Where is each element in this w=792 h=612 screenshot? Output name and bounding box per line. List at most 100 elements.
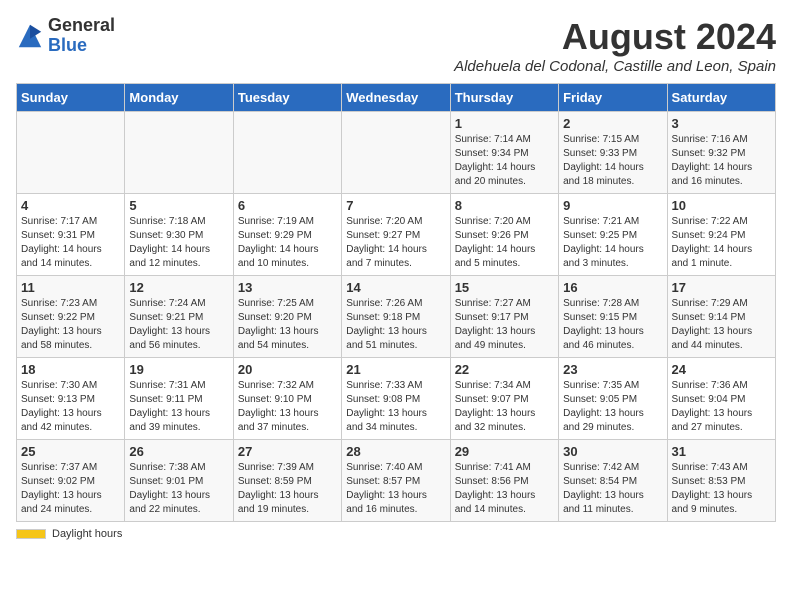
cell-info: Sunrise: 7:16 AM Sunset: 9:32 PM Dayligh… bbox=[672, 133, 771, 189]
cell-info: Sunrise: 7:20 AM Sunset: 9:26 PM Dayligh… bbox=[455, 215, 554, 271]
table-row bbox=[17, 112, 125, 194]
table-row: 28Sunrise: 7:40 AM Sunset: 8:57 PM Dayli… bbox=[342, 440, 450, 522]
table-row: 17 Sunrise: 7:29 AM Sunset: 9:14 PM Dayli… bbox=[667, 276, 775, 358]
logo: General Blue bbox=[16, 16, 115, 56]
cell-date: 6 bbox=[238, 198, 337, 213]
cell-date: 2 bbox=[563, 116, 662, 131]
table-row: 19 Sunrise: 7:31 AM Sunset: 9:11 PM Dayli… bbox=[125, 358, 233, 440]
logo-icon bbox=[16, 22, 44, 50]
cell-date: 13 bbox=[238, 280, 337, 295]
table-row: 18Sunrise: 7:30 AM Sunset: 9:13 PM Dayli… bbox=[17, 358, 125, 440]
footer-note: Daylight hours bbox=[16, 528, 776, 540]
cell-date: 15 bbox=[455, 280, 554, 295]
table-row: 30 Sunrise: 7:42 AM Sunset: 8:54 PM Dayli… bbox=[559, 440, 667, 522]
cell-info: Sunrise: 7:20 AM Sunset: 9:27 PM Dayligh… bbox=[346, 215, 445, 271]
table-row: 16 Sunrise: 7:28 AM Sunset: 9:15 PM Dayli… bbox=[559, 276, 667, 358]
subtitle: Aldehuela del Codonal, Castille and Leon… bbox=[454, 58, 776, 75]
cell-date: 16 bbox=[563, 280, 662, 295]
table-row: 1Sunrise: 7:14 AM Sunset: 9:34 PM Daylig… bbox=[450, 112, 558, 194]
calendar-week-row: 11 Sunrise: 7:23 AM Sunset: 9:22 PM Dayli… bbox=[17, 276, 776, 358]
table-row: 24Sunrise: 7:36 AM Sunset: 9:04 PM Dayli… bbox=[667, 358, 775, 440]
table-row: 29 Sunrise: 7:41 AM Sunset: 8:56 PM Dayli… bbox=[450, 440, 558, 522]
cell-info: Sunrise: 7:17 AM Sunset: 9:31 PM Dayligh… bbox=[21, 215, 120, 271]
logo-blue: Blue bbox=[48, 36, 115, 56]
cell-date: 11 bbox=[21, 280, 120, 295]
cell-date: 12 bbox=[129, 280, 228, 295]
cell-info: Sunrise: 7:35 AM Sunset: 9:05 PM Dayligh… bbox=[563, 379, 662, 435]
table-row: 11 Sunrise: 7:23 AM Sunset: 9:22 PM Dayli… bbox=[17, 276, 125, 358]
calendar-week-row: 25Sunrise: 7:37 AM Sunset: 9:02 PM Dayli… bbox=[17, 440, 776, 522]
cell-info: Sunrise: 7:34 AM Sunset: 9:07 PM Dayligh… bbox=[455, 379, 554, 435]
cell-date: 7 bbox=[346, 198, 445, 213]
table-row: 2 Sunrise: 7:15 AM Sunset: 9:33 PM Daylig… bbox=[559, 112, 667, 194]
cell-info: Sunrise: 7:41 AM Sunset: 8:56 PM Dayligh… bbox=[455, 461, 554, 517]
cell-date: 5 bbox=[129, 198, 228, 213]
table-row bbox=[233, 112, 341, 194]
cell-info: Sunrise: 7:18 AM Sunset: 9:30 PM Dayligh… bbox=[129, 215, 228, 271]
table-row: 23 Sunrise: 7:35 AM Sunset: 9:05 PM Dayli… bbox=[559, 358, 667, 440]
calendar-week-row: 4 Sunrise: 7:17 AM Sunset: 9:31 PM Daylig… bbox=[17, 194, 776, 276]
cell-info: Sunrise: 7:28 AM Sunset: 9:15 PM Dayligh… bbox=[563, 297, 662, 353]
cell-info: Sunrise: 7:43 AM Sunset: 8:53 PM Dayligh… bbox=[672, 461, 771, 517]
cell-date: 9 bbox=[563, 198, 662, 213]
table-row: 4 Sunrise: 7:17 AM Sunset: 9:31 PM Daylig… bbox=[17, 194, 125, 276]
cell-date: 28 bbox=[346, 444, 445, 459]
cell-info: Sunrise: 7:25 AM Sunset: 9:20 PM Dayligh… bbox=[238, 297, 337, 353]
title-area: August 2024 Aldehuela del Codonal, Casti… bbox=[454, 16, 776, 75]
table-row bbox=[342, 112, 450, 194]
table-row: 14Sunrise: 7:26 AM Sunset: 9:18 PM Dayli… bbox=[342, 276, 450, 358]
col-sunday: Sunday bbox=[17, 84, 125, 112]
col-saturday: Saturday bbox=[667, 84, 775, 112]
cell-date: 17 bbox=[672, 280, 771, 295]
table-row: 22 Sunrise: 7:34 AM Sunset: 9:07 PM Dayli… bbox=[450, 358, 558, 440]
cell-date: 22 bbox=[455, 362, 554, 377]
cell-date: 23 bbox=[563, 362, 662, 377]
cell-info: Sunrise: 7:23 AM Sunset: 9:22 PM Dayligh… bbox=[21, 297, 120, 353]
cell-date: 10 bbox=[672, 198, 771, 213]
cell-info: Sunrise: 7:33 AM Sunset: 9:08 PM Dayligh… bbox=[346, 379, 445, 435]
cell-info: Sunrise: 7:15 AM Sunset: 9:33 PM Dayligh… bbox=[563, 133, 662, 189]
cell-date: 30 bbox=[563, 444, 662, 459]
table-row: 31 Sunrise: 7:43 AM Sunset: 8:53 PM Dayli… bbox=[667, 440, 775, 522]
cell-date: 31 bbox=[672, 444, 771, 459]
cell-info: Sunrise: 7:27 AM Sunset: 9:17 PM Dayligh… bbox=[455, 297, 554, 353]
table-row: 9 Sunrise: 7:21 AM Sunset: 9:25 PM Daylig… bbox=[559, 194, 667, 276]
cell-info: Sunrise: 7:29 AM Sunset: 9:14 PM Dayligh… bbox=[672, 297, 771, 353]
calendar-week-row: 18Sunrise: 7:30 AM Sunset: 9:13 PM Dayli… bbox=[17, 358, 776, 440]
table-row: 20Sunrise: 7:32 AM Sunset: 9:10 PM Dayli… bbox=[233, 358, 341, 440]
cell-info: Sunrise: 7:31 AM Sunset: 9:11 PM Dayligh… bbox=[129, 379, 228, 435]
calendar-week-row: 1Sunrise: 7:14 AM Sunset: 9:34 PM Daylig… bbox=[17, 112, 776, 194]
table-row: 13 Sunrise: 7:25 AM Sunset: 9:20 PM Dayli… bbox=[233, 276, 341, 358]
cell-date: 26 bbox=[129, 444, 228, 459]
cell-date: 25 bbox=[21, 444, 120, 459]
cell-info: Sunrise: 7:39 AM Sunset: 8:59 PM Dayligh… bbox=[238, 461, 337, 517]
col-friday: Friday bbox=[559, 84, 667, 112]
cell-date: 19 bbox=[129, 362, 228, 377]
cell-info: Sunrise: 7:21 AM Sunset: 9:25 PM Dayligh… bbox=[563, 215, 662, 271]
cell-info: Sunrise: 7:32 AM Sunset: 9:10 PM Dayligh… bbox=[238, 379, 337, 435]
table-row: 7 Sunrise: 7:20 AM Sunset: 9:27 PM Daylig… bbox=[342, 194, 450, 276]
cell-date: 27 bbox=[238, 444, 337, 459]
cell-info: Sunrise: 7:42 AM Sunset: 8:54 PM Dayligh… bbox=[563, 461, 662, 517]
table-row: 12 Sunrise: 7:24 AM Sunset: 9:21 PM Dayli… bbox=[125, 276, 233, 358]
main-title: August 2024 bbox=[454, 16, 776, 58]
cell-info: Sunrise: 7:14 AM Sunset: 9:34 PM Dayligh… bbox=[455, 133, 554, 189]
table-row: 26Sunrise: 7:38 AM Sunset: 9:01 PM Dayli… bbox=[125, 440, 233, 522]
cell-info: Sunrise: 7:30 AM Sunset: 9:13 PM Dayligh… bbox=[21, 379, 120, 435]
daylight-label: Daylight hours bbox=[52, 528, 122, 540]
cell-info: Sunrise: 7:22 AM Sunset: 9:24 PM Dayligh… bbox=[672, 215, 771, 271]
table-row: 3Sunrise: 7:16 AM Sunset: 9:32 PM Daylig… bbox=[667, 112, 775, 194]
table-row: 6Sunrise: 7:19 AM Sunset: 9:29 PM Daylig… bbox=[233, 194, 341, 276]
table-row: 10 Sunrise: 7:22 AM Sunset: 9:24 PM Dayli… bbox=[667, 194, 775, 276]
table-row: 21 Sunrise: 7:33 AM Sunset: 9:08 PM Dayli… bbox=[342, 358, 450, 440]
cell-date: 14 bbox=[346, 280, 445, 295]
cell-date: 4 bbox=[21, 198, 120, 213]
header: General Blue August 2024 Aldehuela del C… bbox=[16, 16, 776, 75]
col-wednesday: Wednesday bbox=[342, 84, 450, 112]
cell-date: 21 bbox=[346, 362, 445, 377]
calendar-table: Sunday Monday Tuesday Wednesday Thursday… bbox=[16, 83, 776, 522]
col-monday: Monday bbox=[125, 84, 233, 112]
table-row: 5 Sunrise: 7:18 AM Sunset: 9:30 PM Daylig… bbox=[125, 194, 233, 276]
cell-date: 29 bbox=[455, 444, 554, 459]
cell-info: Sunrise: 7:24 AM Sunset: 9:21 PM Dayligh… bbox=[129, 297, 228, 353]
